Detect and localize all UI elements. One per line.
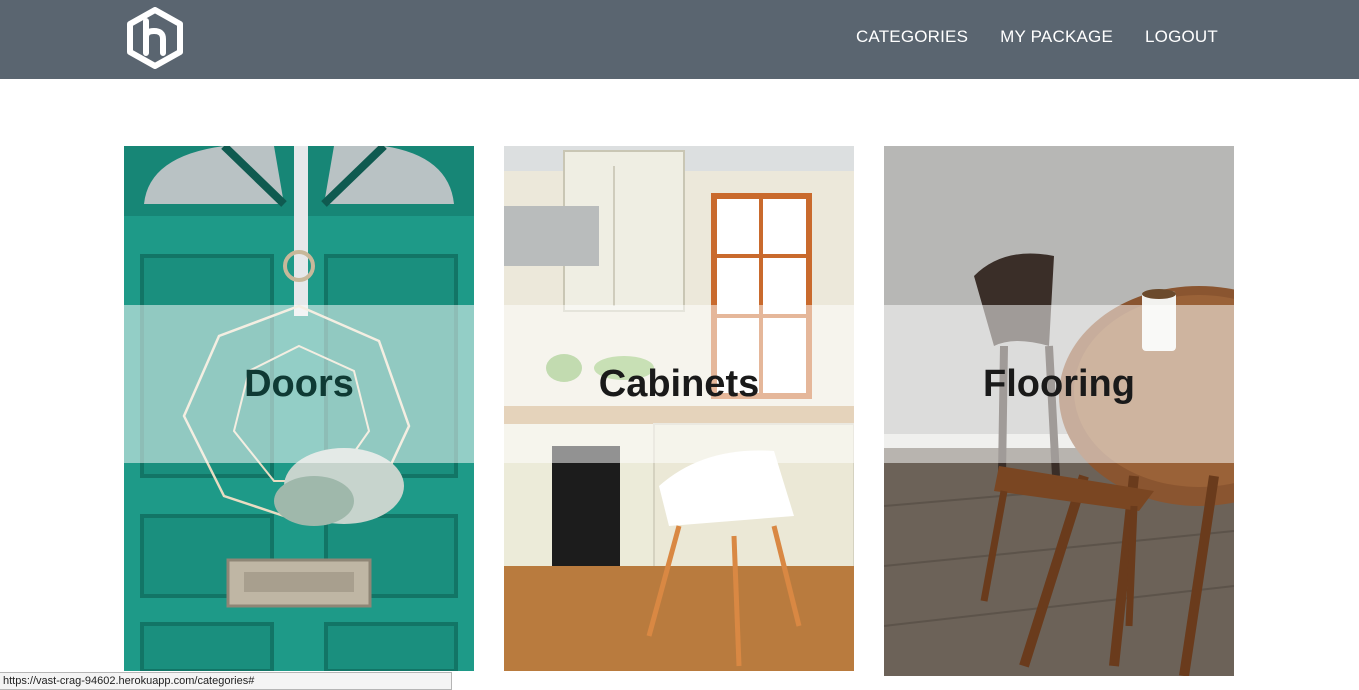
top-navbar: CATEGORIES MY PACKAGE LOGOUT <box>0 0 1359 79</box>
category-card-doors[interactable]: Doors <box>124 146 474 671</box>
nav-categories-link[interactable]: CATEGORIES <box>856 27 968 47</box>
doors-title-band: Doors <box>124 305 474 463</box>
cabinets-title-band: Cabinets <box>504 305 854 463</box>
nav-menu: CATEGORIES MY PACKAGE LOGOUT <box>856 27 1218 47</box>
flooring-title-band: Flooring <box>884 305 1234 463</box>
hexagon-logo-icon[interactable] <box>124 7 186 69</box>
nav-my-package-link[interactable]: MY PACKAGE <box>1000 27 1113 47</box>
category-card-cabinets[interactable]: Cabinets <box>504 146 854 671</box>
nav-logout-link[interactable]: LOGOUT <box>1145 27 1218 47</box>
category-title: Flooring <box>983 362 1135 405</box>
browser-status-url: https://vast-crag-94602.herokuapp.com/ca… <box>0 672 452 690</box>
category-title: Cabinets <box>598 362 760 405</box>
category-title: Doors <box>244 362 354 405</box>
category-card-flooring[interactable]: Flooring <box>884 146 1234 676</box>
